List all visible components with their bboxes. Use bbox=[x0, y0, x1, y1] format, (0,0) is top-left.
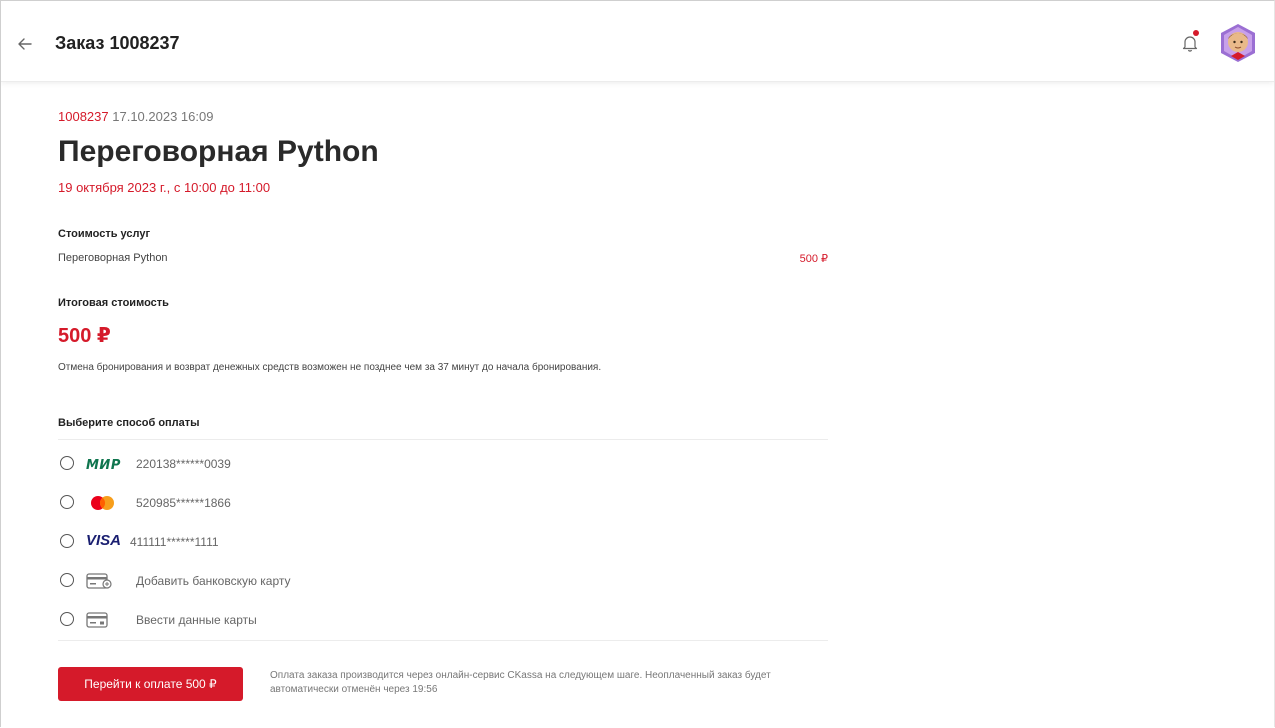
booking-date: 19 октября 2023 г., с 10:00 до 11:00 bbox=[58, 180, 271, 195]
service-price: 500 ₽ bbox=[799, 253, 828, 265]
radio-button[interactable] bbox=[60, 612, 74, 626]
payment-note: Оплата заказа производится через онлайн-… bbox=[270, 670, 771, 695]
visa-logo: VISA bbox=[86, 532, 122, 549]
payment-label: Выберите способ оплаты bbox=[58, 417, 200, 429]
card-number: 411111******1111 bbox=[130, 535, 219, 549]
payment-option-mastercard[interactable]: 520985******1866 bbox=[58, 492, 558, 514]
notification-badge bbox=[1193, 30, 1199, 36]
total-price: 500 ₽ bbox=[58, 325, 111, 347]
services-label: Стоимость услуг bbox=[58, 228, 151, 240]
page-title: Заказ 1008237 bbox=[55, 33, 180, 53]
cancel-note: Отмена бронирования и возврат денежных с… bbox=[58, 362, 602, 373]
radio-button[interactable] bbox=[60, 456, 74, 470]
payment-option-visa[interactable]: VISA 411111******1111 bbox=[58, 531, 558, 553]
top-header: Заказ 1008237 bbox=[1, 1, 1274, 82]
radio-button[interactable] bbox=[60, 534, 74, 548]
mir-logo: МИР bbox=[86, 458, 121, 473]
payment-option-add-card[interactable]: Добавить банковскую карту bbox=[58, 570, 558, 592]
radio-button[interactable] bbox=[60, 495, 74, 509]
user-avatar[interactable] bbox=[1219, 23, 1257, 63]
service-name: Переговорная Python bbox=[58, 252, 168, 264]
divider bbox=[58, 439, 828, 440]
mastercard-logo bbox=[91, 496, 114, 510]
payment-option-enter-card[interactable]: Ввести данные карты bbox=[58, 609, 558, 631]
add-card-text: Добавить банковскую карту bbox=[136, 574, 291, 588]
payment-option-mir[interactable]: МИР 220138******0039 bbox=[58, 453, 558, 475]
pay-button[interactable]: Перейти к оплате 500 ₽ bbox=[58, 667, 243, 701]
order-number[interactable]: 1008237 bbox=[58, 109, 109, 124]
total-label: Итоговая стоимость bbox=[58, 297, 169, 309]
radio-button[interactable] bbox=[60, 573, 74, 587]
card-icon bbox=[86, 612, 108, 628]
order-created-at: 17.10.2023 16:09 bbox=[112, 109, 214, 124]
card-number: 220138******0039 bbox=[136, 457, 231, 471]
notifications-button[interactable] bbox=[1181, 30, 1203, 55]
bell-icon bbox=[1182, 36, 1198, 52]
add-card-icon bbox=[86, 573, 112, 589]
card-number: 520985******1866 bbox=[136, 496, 231, 510]
order-meta: 1008237 17.10.2023 16:09 bbox=[58, 109, 213, 124]
divider bbox=[58, 640, 828, 641]
app-window: Заказ 1008237 1008237 17.10.2023 16:09 П… bbox=[0, 0, 1275, 727]
back-arrow-icon[interactable] bbox=[15, 34, 35, 54]
enter-card-text: Ввести данные карты bbox=[136, 613, 257, 627]
room-title: Переговорная Python bbox=[58, 135, 379, 168]
